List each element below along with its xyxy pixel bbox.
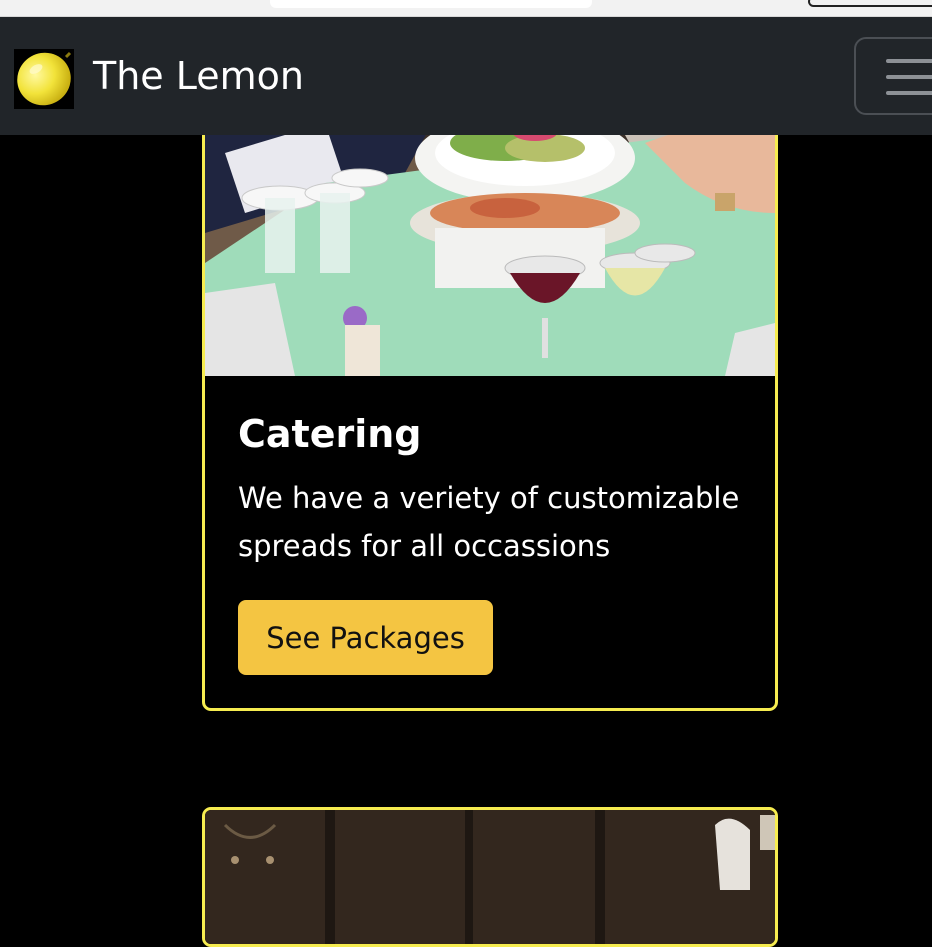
lemon-icon <box>17 51 72 106</box>
restaurant-interior-image <box>205 810 775 944</box>
browser-button[interactable] <box>808 0 932 7</box>
address-bar[interactable] <box>270 0 592 8</box>
second-card <box>202 807 778 947</box>
browser-chrome-strip <box>0 0 932 17</box>
navbar-toggler-button[interactable] <box>854 37 932 115</box>
catering-card: Catering We have a veriety of customizab… <box>202 60 778 711</box>
navbar: The Lemon <box>0 17 932 135</box>
brand-logo[interactable] <box>14 49 74 109</box>
see-packages-button[interactable]: See Packages <box>238 600 493 675</box>
brand-name[interactable]: The Lemon <box>93 50 304 102</box>
card-text: We have a veriety of customizable spread… <box>238 481 740 563</box>
card-title: Catering <box>238 412 422 456</box>
